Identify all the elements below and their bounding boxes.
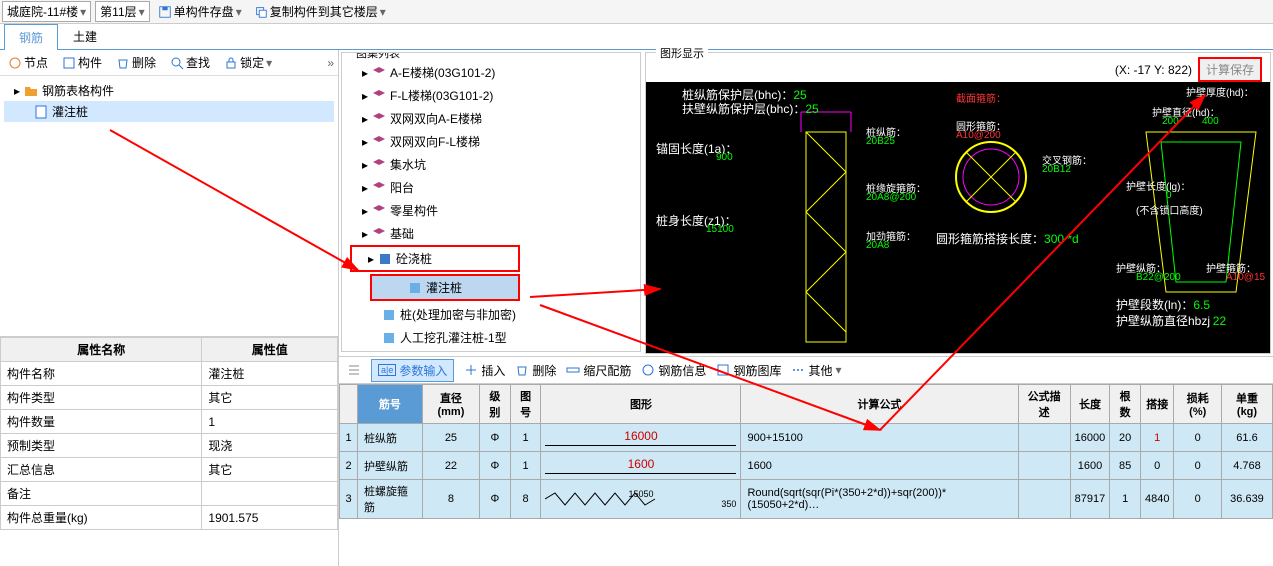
align-icons[interactable] [347, 363, 361, 377]
atlas-sub-pile[interactable]: 灌注桩 [372, 276, 518, 299]
param-input-button[interactable]: a|e参数输入 [371, 359, 454, 382]
node-button[interactable]: 节点 [4, 52, 52, 73]
grid-header[interactable]: 计算公式 [741, 385, 1018, 424]
grid-header[interactable]: 根数 [1110, 385, 1141, 424]
atlas-item[interactable]: ▸ 阳台 [346, 176, 636, 199]
prop-value[interactable]: 其它 [202, 458, 338, 482]
prop-header-name: 属性名称 [1, 338, 202, 362]
prop-value[interactable] [202, 482, 338, 506]
prop-value[interactable]: 现浇 [202, 434, 338, 458]
table-row[interactable]: 2护壁纵筋22Φ116001600160085004.768 [340, 452, 1273, 480]
graphic-title: 图形显示 [656, 45, 708, 61]
atlas-item[interactable]: ▸ A-E楼梯(03G101-2) [346, 61, 636, 84]
lock-button[interactable]: 锁定▾ [220, 52, 276, 73]
scale-button[interactable]: 缩尺配筋 [566, 362, 631, 379]
building-select[interactable]: 城庭院-11#楼▾ [2, 1, 91, 22]
atlas-item[interactable]: ▸ 双网双向A-E楼梯 [346, 107, 636, 130]
book-icon [378, 252, 392, 266]
page-icon [408, 281, 422, 295]
left-toolbar: 节点 构件 删除 查找 锁定▾ » [0, 50, 338, 76]
grid-header[interactable]: 搭接 [1141, 385, 1174, 424]
atlas-sub-item[interactable]: 桩(处理加密与非加密) [346, 303, 636, 326]
folder-icon [24, 84, 38, 98]
grid-header[interactable]: 级别 [480, 385, 511, 424]
other-button[interactable]: 其他▾ [791, 362, 841, 379]
doc-icon [34, 105, 48, 119]
atlas-parent[interactable]: ▸ 砼浇桩 [350, 245, 520, 272]
tab-civil[interactable]: 土建 [58, 23, 112, 49]
atlas-title: 图集列表 [352, 52, 404, 61]
coord-readout: (X: -17 Y: 822) [1115, 63, 1192, 77]
rebar-toolbar: a|e参数输入 插入 删除 缩尺配筋 钢筋信息 钢筋图库 其他▾ [339, 356, 1273, 384]
atlas-item[interactable]: ▸ 集水坑 [346, 153, 636, 176]
atlas-sub-item[interactable]: 人工挖孔灌注桩-1型 [346, 326, 636, 349]
main-tabs: 钢筋 土建 [0, 24, 1273, 50]
prop-value[interactable]: 1 [202, 410, 338, 434]
prop-name: 构件总重量(kg) [1, 506, 202, 530]
trash-icon [116, 56, 130, 70]
rebar-grid[interactable]: 筋号直径(mm)级别图号图形计算公式公式描述长度根数搭接损耗(%)单重(kg) … [339, 384, 1273, 566]
section-diagram [946, 132, 1036, 222]
more-icon [791, 363, 805, 377]
trash-icon [515, 363, 529, 377]
grid-header[interactable]: 筋号 [358, 385, 423, 424]
table-row[interactable]: 1桩纵筋25Φ116000900+1510016000201061.6 [340, 424, 1273, 452]
grid-header[interactable]: 公式描述 [1018, 385, 1070, 424]
prop-name: 构件名称 [1, 362, 202, 386]
rebar-info-button[interactable]: 钢筋信息 [641, 362, 706, 379]
save-icon [158, 5, 172, 19]
insert-button[interactable]: 插入 [464, 362, 505, 379]
table-row[interactable]: 3桩螺旋箍筋8Φ815050350Round(sqrt(sqr(Pi*(350+… [340, 480, 1273, 519]
ruler-icon [566, 363, 580, 377]
top-toolbar: 城庭院-11#楼▾ 第11层▾ 单构件存盘▾ 复制构件到其它楼层▾ [0, 0, 1273, 24]
info-icon [641, 363, 655, 377]
grid-header[interactable]: 图号 [510, 385, 541, 424]
page-icon [382, 331, 396, 345]
delete-row-button[interactable]: 删除 [515, 362, 556, 379]
prop-name: 构件类型 [1, 386, 202, 410]
copy-icon [254, 5, 268, 19]
atlas-item[interactable]: ▸ 基础 [346, 222, 636, 245]
lock-icon [224, 56, 238, 70]
search-icon [170, 56, 184, 70]
copy-to-button[interactable]: 复制构件到其它楼层▾ [250, 3, 390, 20]
atlas-panel: 图集列表 ▸ A-E楼梯(03G101-2)▸ F-L楼梯(03G101-2)▸… [341, 52, 641, 352]
atlas-item[interactable]: ▸ 双网双向F-L楼梯 [346, 130, 636, 153]
grid-header[interactable]: 长度 [1070, 385, 1110, 424]
delete-button[interactable]: 删除 [112, 52, 160, 73]
prop-value[interactable]: 1901.575 [202, 506, 338, 530]
page-icon [382, 308, 396, 322]
floor-select[interactable]: 第11层▾ [95, 1, 150, 22]
prop-value[interactable]: 其它 [202, 386, 338, 410]
save-single-button[interactable]: 单构件存盘▾ [154, 3, 246, 20]
node-icon [8, 56, 22, 70]
prop-name: 备注 [1, 482, 202, 506]
lib-icon [716, 363, 730, 377]
atlas-item[interactable]: ▸ F-L楼梯(03G101-2) [346, 84, 636, 107]
prop-name: 预制类型 [1, 434, 202, 458]
graphic-canvas[interactable]: 桩纵筋保护层(bhc)：25 扶壁纵筋保护层(bhc)：25 锚固长度(1a)：… [646, 82, 1270, 353]
calc-save-button[interactable]: 计算保存 [1198, 57, 1262, 82]
rebar-lib-button[interactable]: 钢筋图库 [716, 362, 781, 379]
cube-icon [62, 56, 76, 70]
prop-value[interactable]: 灌注桩 [202, 362, 338, 386]
grid-header[interactable]: 直径(mm) [422, 385, 479, 424]
grid-header[interactable]: 图形 [541, 385, 741, 424]
insert-icon [464, 363, 478, 377]
tab-rebar[interactable]: 钢筋 [4, 24, 58, 50]
tree-child-pile[interactable]: 灌注桩 [4, 101, 334, 122]
grid-header[interactable]: 单重(kg) [1221, 385, 1272, 424]
tree-root[interactable]: ▸ 钢筋表格构件 [4, 80, 334, 101]
search-button[interactable]: 查找 [166, 52, 214, 73]
component-tree: ▸ 钢筋表格构件 灌注桩 [0, 76, 338, 336]
atlas-item[interactable]: ▸ 零星构件 [346, 199, 636, 222]
property-table: 属性名称属性值 构件名称灌注桩构件类型其它构件数量1预制类型现浇汇总信息其它备注… [0, 336, 338, 566]
prop-name: 构件数量 [1, 410, 202, 434]
prop-name: 汇总信息 [1, 458, 202, 482]
grid-header[interactable]: 损耗(%) [1174, 385, 1222, 424]
chevron-right-icon[interactable]: » [327, 56, 334, 70]
prop-header-value: 属性值 [202, 338, 338, 362]
component-button[interactable]: 构件 [58, 52, 106, 73]
graphic-panel: 图形显示 (X: -17 Y: 822) 计算保存 [645, 52, 1271, 354]
